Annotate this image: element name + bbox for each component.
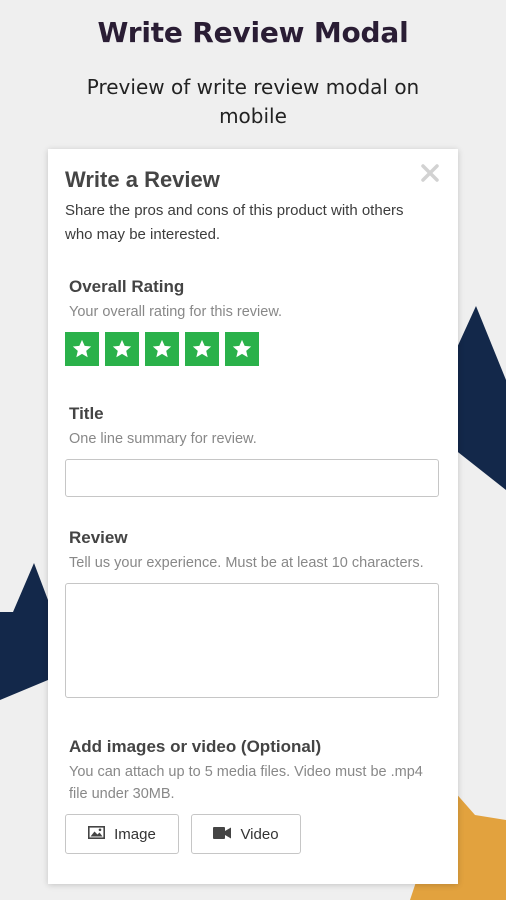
close-icon[interactable] xyxy=(418,161,442,185)
star-icon xyxy=(72,339,92,358)
modal-title: Write a Review xyxy=(65,167,220,192)
star-icon xyxy=(232,339,252,358)
add-video-label: Video xyxy=(240,825,279,843)
star-5[interactable] xyxy=(225,332,259,366)
star-3[interactable] xyxy=(145,332,179,366)
title-hint: One line summary for review. xyxy=(69,431,257,447)
star-icon xyxy=(152,339,172,358)
media-hint: You can attach up to 5 media files. Vide… xyxy=(69,764,423,802)
write-review-modal: Write a Review Share the pros and cons o… xyxy=(48,149,458,884)
star-1[interactable] xyxy=(65,332,99,366)
navy-star-left xyxy=(0,563,48,700)
page-title: Write Review Modal xyxy=(97,16,409,49)
review-label: Review xyxy=(69,528,128,547)
add-video-button[interactable]: Video xyxy=(191,814,301,854)
add-image-label: Image xyxy=(114,825,156,843)
title-input[interactable] xyxy=(65,459,439,497)
rating-label: Overall Rating xyxy=(69,277,185,296)
page-subtitle: Preview of write review modal on mobile xyxy=(86,75,420,128)
review-hint: Tell us your experience. Must be at leas… xyxy=(69,555,424,571)
add-image-button[interactable]: Image xyxy=(65,814,179,854)
star-icon xyxy=(112,339,132,358)
star-icon xyxy=(192,339,212,358)
title-label: Title xyxy=(69,404,104,423)
review-textarea[interactable] xyxy=(65,583,439,698)
rating-hint: Your overall rating for this review. xyxy=(69,304,283,320)
star-2[interactable] xyxy=(105,332,139,366)
star-4[interactable] xyxy=(185,332,219,366)
video-camera-icon xyxy=(213,826,232,843)
image-icon xyxy=(88,825,106,843)
media-label: Add images or video (Optional) xyxy=(69,737,322,756)
star-rating[interactable] xyxy=(65,332,259,366)
modal-description: Share the pros and cons of this product … xyxy=(65,202,404,243)
